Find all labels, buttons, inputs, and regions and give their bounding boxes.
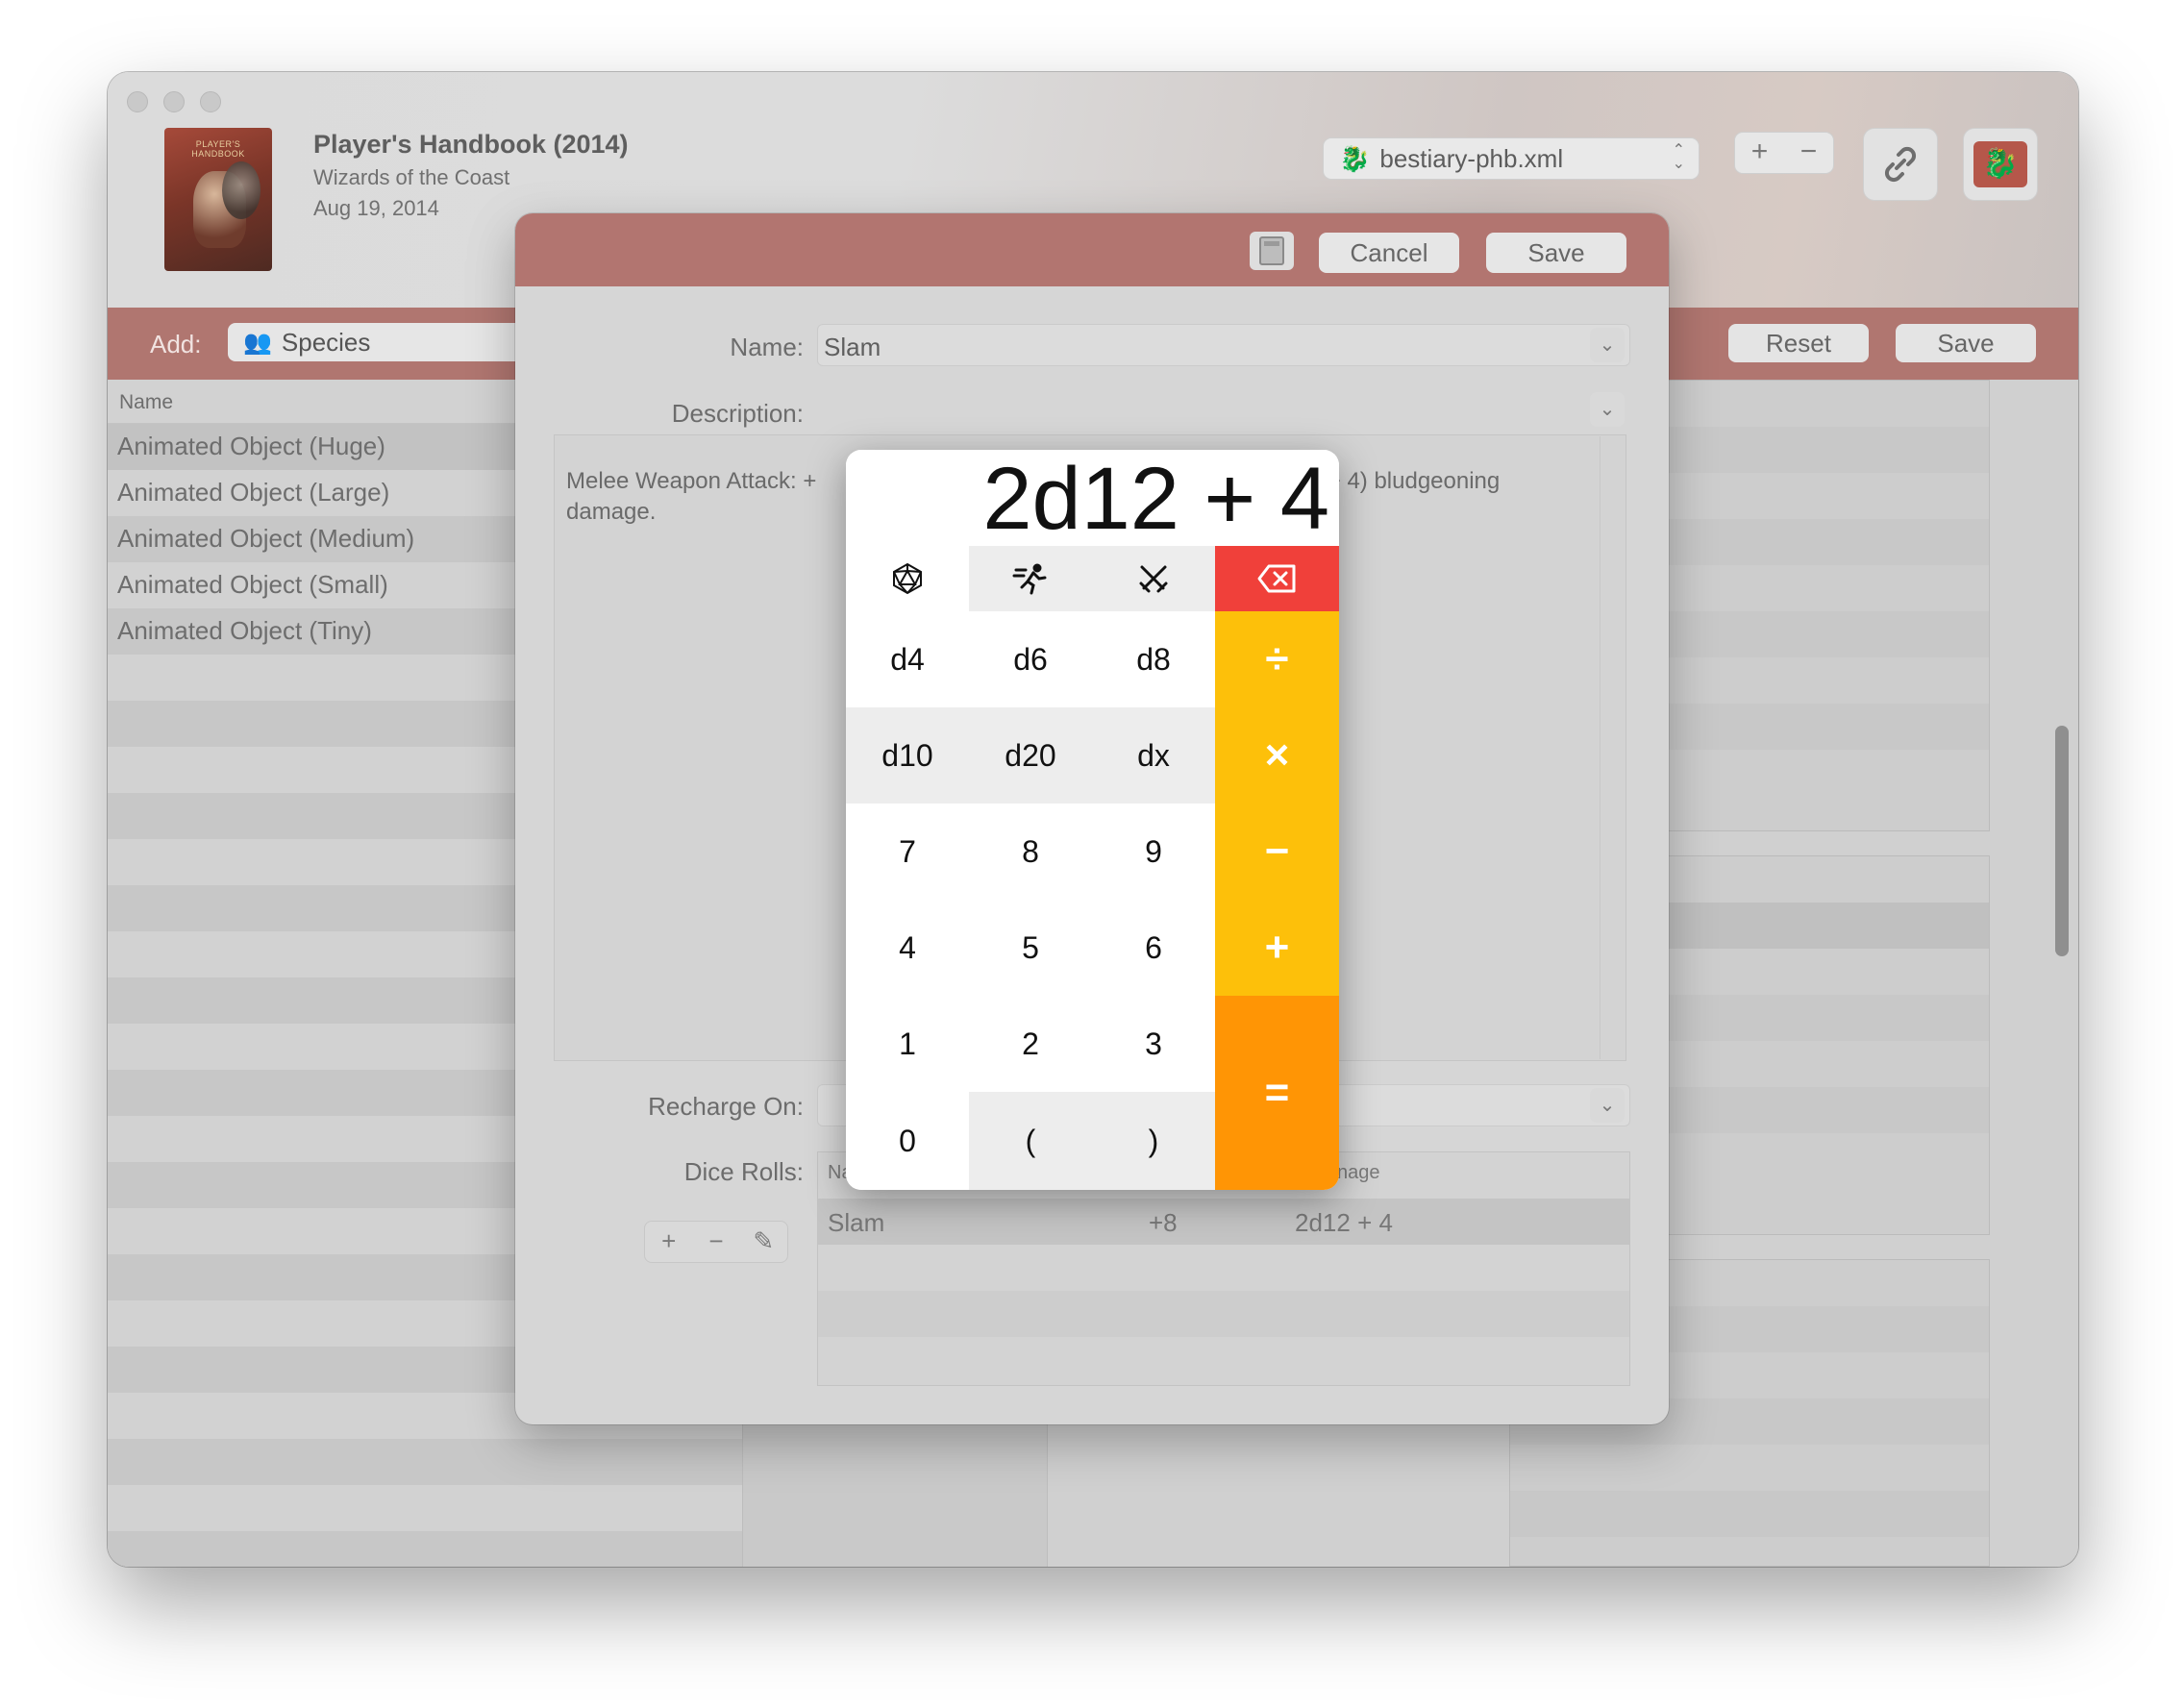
zoom-window-button[interactable] — [200, 91, 221, 112]
dice-row-damage: 2d12 + 4 — [1295, 1208, 1393, 1237]
running-figure-icon — [1012, 563, 1047, 595]
source-file-name: bestiary-phb.xml — [1379, 143, 1564, 173]
description-scrollbar[interactable] — [1600, 436, 1625, 1059]
d20-key[interactable]: d20 — [969, 707, 1092, 804]
dice-mode-button[interactable] — [846, 546, 969, 611]
dice-calculator-popover: 2d12 + 4 d4 d6 d8 ÷ d10 d20 dx × 7 8 9 −… — [846, 450, 1339, 1190]
detail-scrollbar[interactable] — [2055, 726, 2069, 956]
dragon-logo-icon: 🐉 — [1973, 141, 2027, 187]
digit-5-key[interactable]: 5 — [969, 900, 1092, 996]
book-publisher: Wizards of the Coast — [313, 165, 510, 189]
calculator-toggle-button[interactable] — [1250, 232, 1294, 270]
category-select[interactable]: 👥 Species — [228, 323, 526, 361]
digit-6-key[interactable]: 6 — [1092, 900, 1215, 996]
close-window-button[interactable] — [127, 91, 148, 112]
digit-0-key[interactable]: 0 — [846, 1092, 969, 1190]
digit-2-key[interactable]: 2 — [969, 996, 1092, 1092]
add-dice-roll-button[interactable]: + — [645, 1222, 692, 1262]
name-dropdown-chevron-icon[interactable]: ⌄ — [1590, 328, 1625, 362]
cancel-button[interactable]: Cancel — [1319, 233, 1459, 273]
calculator-icon — [1259, 236, 1284, 265]
dice-row-name: Slam — [828, 1208, 885, 1237]
d20-die-icon — [893, 562, 922, 595]
remove-dice-roll-button[interactable]: − — [692, 1222, 739, 1262]
list-empty-row — [108, 1439, 742, 1485]
multiply-key[interactable]: × — [1215, 707, 1339, 804]
digit-9-key[interactable]: 9 — [1092, 804, 1215, 900]
reset-button[interactable]: Reset — [1728, 324, 1869, 362]
save-button[interactable]: Save — [1896, 324, 2036, 362]
minimize-window-button[interactable] — [163, 91, 185, 112]
add-key[interactable]: + — [1215, 900, 1339, 996]
damage-mode-button[interactable] — [1092, 546, 1215, 611]
digit-3-key[interactable]: 3 — [1092, 996, 1215, 1092]
dragon-icon: 🐉 — [1339, 143, 1371, 173]
category-value: Species — [281, 327, 371, 357]
book-title: Player's Handbook (2014) — [313, 130, 629, 159]
table-empty-row — [818, 1291, 1629, 1337]
right-paren-key[interactable]: ) — [1092, 1092, 1215, 1190]
recharge-dropdown-chevron-icon[interactable]: ⌄ — [1590, 1088, 1625, 1123]
dragon-app-button[interactable]: 🐉 — [1963, 128, 2038, 201]
dice-rolls-label: Dice Rolls: — [683, 1157, 804, 1186]
backspace-icon — [1257, 564, 1295, 593]
dice-row-attack: +8 — [1149, 1208, 1178, 1237]
book-date: Aug 19, 2014 — [313, 196, 439, 220]
digit-8-key[interactable]: 8 — [969, 804, 1092, 900]
sheet-save-button[interactable]: Save — [1486, 233, 1626, 273]
left-paren-key[interactable]: ( — [969, 1092, 1092, 1190]
calculator-display: 2d12 + 4 — [846, 450, 1339, 548]
backspace-button[interactable] — [1215, 546, 1339, 611]
list-empty-row — [108, 1485, 742, 1531]
divide-key[interactable]: ÷ — [1215, 611, 1339, 707]
add-source-button[interactable]: + — [1735, 133, 1784, 173]
up-down-chevron-icon: ⌃ ⌄ — [1672, 142, 1685, 172]
digit-4-key[interactable]: 4 — [846, 900, 969, 996]
link-icon — [1884, 146, 1917, 183]
remove-source-button[interactable]: − — [1784, 133, 1833, 173]
name-value: Slam — [824, 333, 881, 361]
crossed-swords-icon — [1139, 565, 1168, 593]
list-empty-row — [108, 1531, 742, 1567]
column-header-damage[interactable]: nage — [1337, 1162, 1380, 1184]
d4-key[interactable]: d4 — [846, 611, 969, 707]
people-icon: 👥 — [243, 329, 272, 356]
d6-key[interactable]: d6 — [969, 611, 1092, 707]
recharge-label: Recharge On: — [648, 1092, 804, 1121]
name-label: Name: — [730, 333, 804, 361]
dice-roll-buttons: + − ✎ — [644, 1221, 788, 1263]
description-dropdown-chevron-icon[interactable]: ⌄ — [1590, 392, 1625, 427]
table-row[interactable]: Slam +8 2d12 + 4 — [818, 1199, 1629, 1245]
add-remove-source-group: + − — [1734, 132, 1834, 174]
description-text-line2: damage. — [566, 499, 657, 525]
source-file-select[interactable]: 🐉 bestiary-phb.xml ⌃ ⌄ — [1323, 137, 1700, 180]
subtract-key[interactable]: − — [1215, 804, 1339, 900]
link-button[interactable] — [1863, 128, 1938, 201]
description-label: Description: — [671, 399, 804, 428]
dx-key[interactable]: dx — [1092, 707, 1215, 804]
name-field[interactable]: Slam — [817, 324, 1630, 366]
add-label: Add: — [150, 330, 202, 359]
edit-dice-roll-button[interactable]: ✎ — [740, 1222, 787, 1262]
book-cover-image: PLAYER'S HANDBOOK — [164, 128, 272, 271]
d10-key[interactable]: d10 — [846, 707, 969, 804]
sheet-header: Cancel Save — [515, 213, 1669, 286]
book-cover-title: PLAYER'S HANDBOOK — [191, 139, 245, 159]
description-text-left: Melee Weapon Attack: + — [566, 468, 817, 494]
digit-7-key[interactable]: 7 — [846, 804, 969, 900]
equals-key[interactable]: = — [1215, 996, 1339, 1190]
digit-1-key[interactable]: 1 — [846, 996, 969, 1092]
d8-key[interactable]: d8 — [1092, 611, 1215, 707]
attack-mode-button[interactable] — [969, 546, 1092, 611]
